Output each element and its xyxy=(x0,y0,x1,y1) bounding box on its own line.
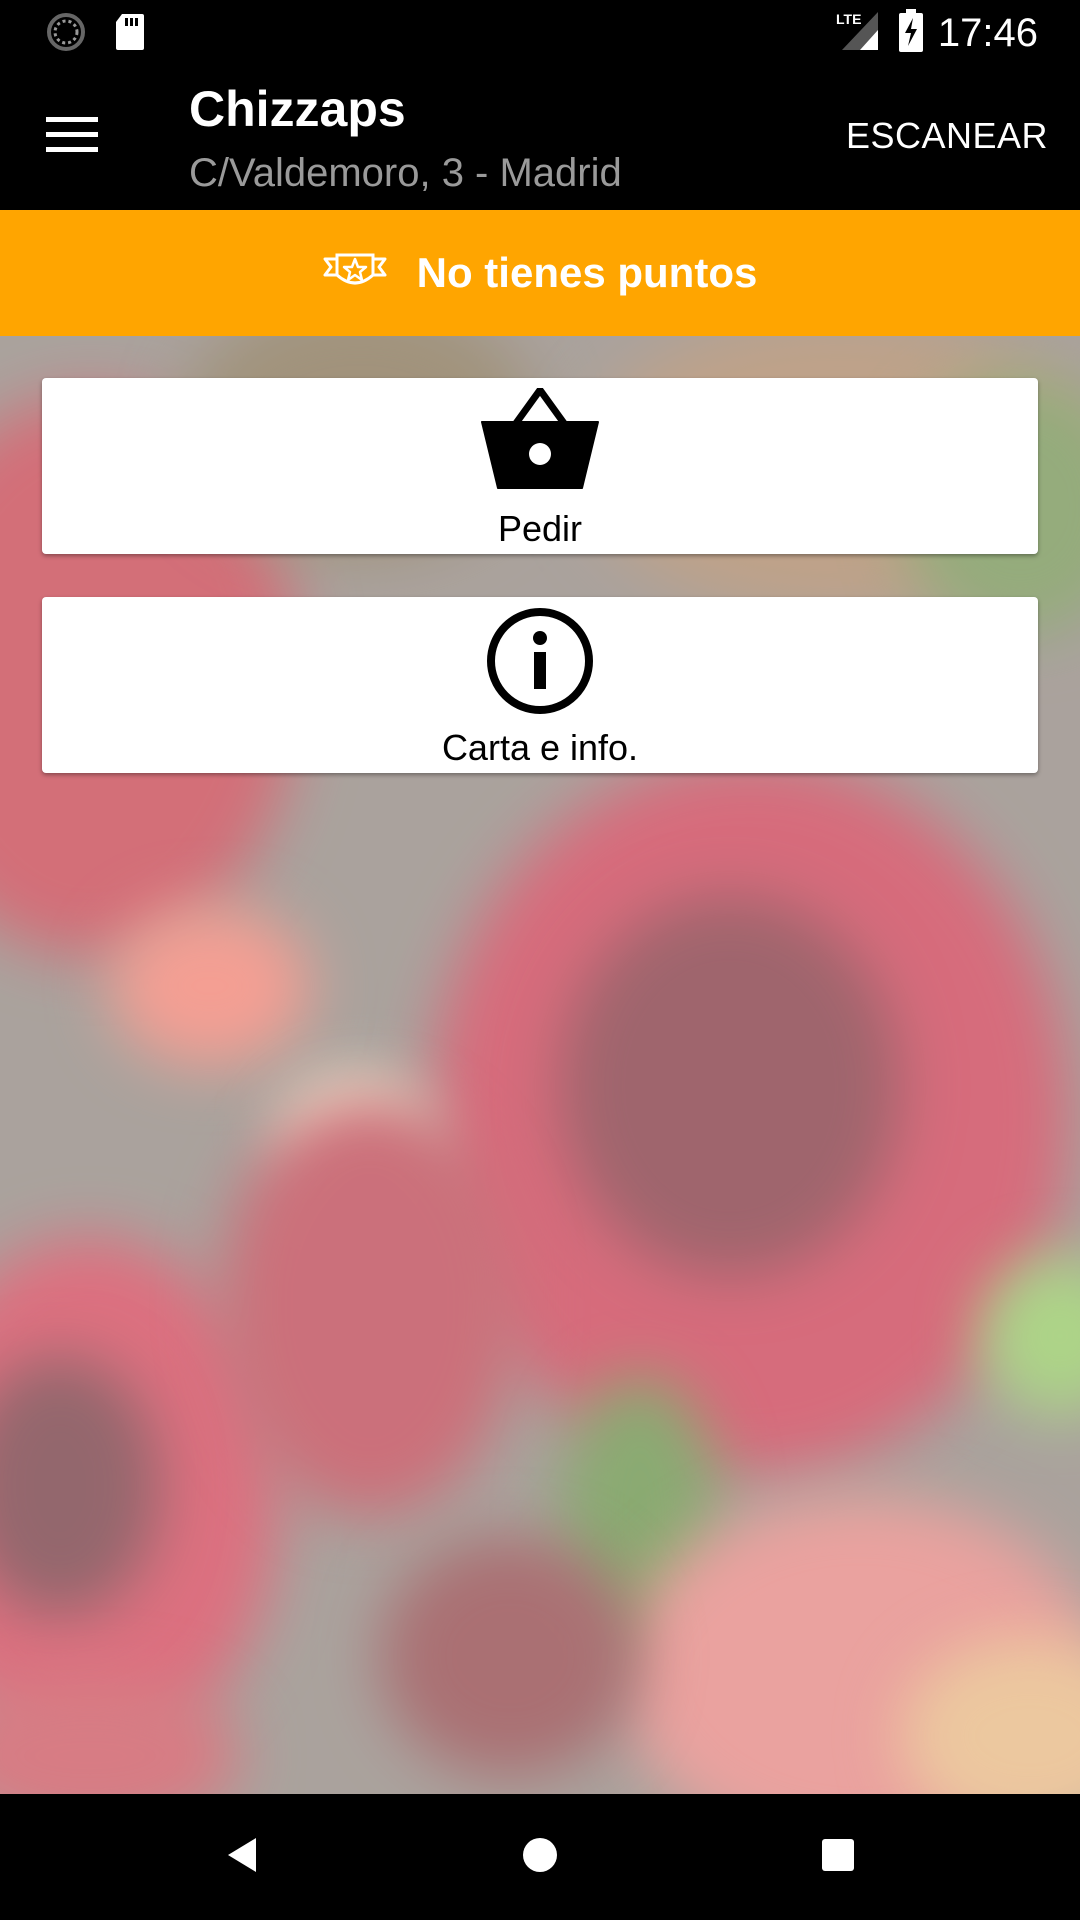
back-button[interactable] xyxy=(209,1824,275,1890)
home-icon xyxy=(520,1835,560,1880)
background-image xyxy=(0,336,1080,1794)
menu-button[interactable] xyxy=(36,105,108,169)
app-bar: Chizzaps C/Valdemoro, 3 - Madrid ESCANEA… xyxy=(0,63,1080,210)
back-icon xyxy=(222,1834,262,1881)
basket-icon xyxy=(480,386,600,499)
menu-icon xyxy=(46,115,98,160)
menu-info-label: Carta e info. xyxy=(441,727,639,768)
order-label: Pedir xyxy=(497,508,583,549)
battery-charging-icon xyxy=(898,9,924,58)
points-text: No tienes puntos xyxy=(416,249,758,296)
scan-button[interactable]: ESCANEAR xyxy=(846,115,1048,157)
status-bar: LTE 17:46 xyxy=(0,0,1080,63)
menu-info-card[interactable]: Carta e info. xyxy=(42,597,1038,773)
badge-star-icon xyxy=(323,249,387,298)
loading-icon xyxy=(46,12,86,57)
app-title: Chizzaps xyxy=(189,81,406,137)
info-icon xyxy=(486,607,594,720)
screen: LTE 17:46 Chizzaps C/Valdemoro, 3 - Madr… xyxy=(0,0,1080,1920)
points-banner[interactable]: No tienes puntos xyxy=(0,210,1080,336)
navigation-bar xyxy=(0,1794,1080,1920)
status-time: 17:46 xyxy=(937,11,1038,55)
lte-signal-icon: LTE xyxy=(834,8,884,59)
recents-icon xyxy=(818,1835,858,1880)
svg-text:LTE: LTE xyxy=(836,11,861,27)
home-button[interactable] xyxy=(507,1824,573,1890)
order-card[interactable]: Pedir xyxy=(42,378,1038,554)
sd-card-icon xyxy=(114,12,146,57)
app-subtitle: C/Valdemoro, 3 - Madrid xyxy=(189,151,622,195)
recents-button[interactable] xyxy=(805,1824,871,1890)
